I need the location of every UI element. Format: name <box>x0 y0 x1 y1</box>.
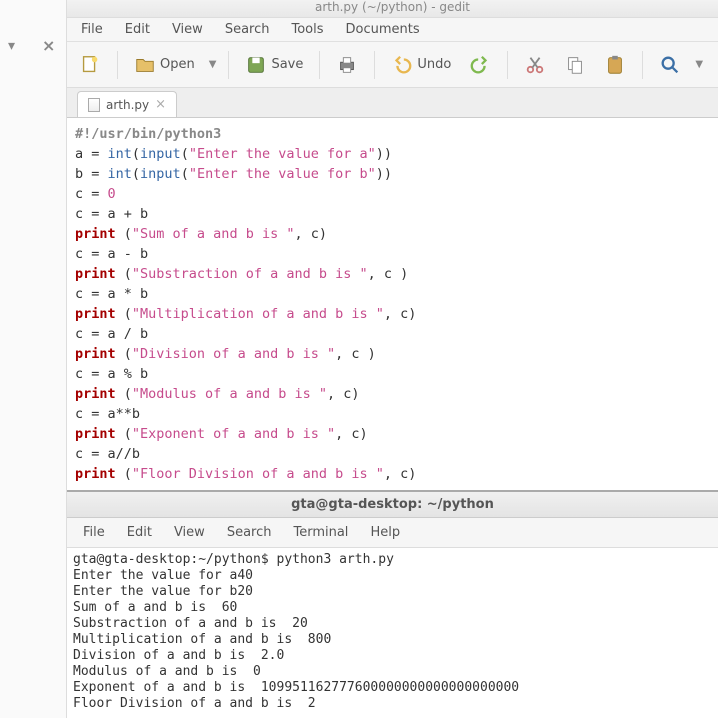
open-dropdown[interactable]: ▼ <box>207 59 219 70</box>
paste-button[interactable] <box>598 50 632 80</box>
save-button[interactable]: Save <box>239 50 309 80</box>
gedit-toolbar: Open ▼ Save Undo <box>67 42 718 88</box>
menu-search[interactable]: Search <box>215 19 280 40</box>
document-icon <box>88 98 100 112</box>
term-menu-search[interactable]: Search <box>217 522 282 543</box>
save-label: Save <box>271 57 303 72</box>
code-editor[interactable]: #!/usr/bin/python3 a = int(input("Enter … <box>67 118 718 490</box>
gedit-window: arth.py (~/python) - gedit File Edit Vie… <box>67 0 718 718</box>
term-menu-terminal[interactable]: Terminal <box>283 522 358 543</box>
cut-button[interactable] <box>518 50 552 80</box>
terminal-window: gta@gta-desktop: ~/python File Edit View… <box>67 490 718 718</box>
tab-label: arth.py <box>106 98 149 112</box>
gedit-menubar: File Edit View Search Tools Documents <box>67 18 718 42</box>
chevron-down-icon[interactable]: ▾ <box>8 38 15 54</box>
tab-close-icon[interactable]: × <box>155 97 166 112</box>
menu-edit[interactable]: Edit <box>115 19 160 40</box>
tab-arth[interactable]: arth.py × <box>77 91 177 117</box>
term-menu-view[interactable]: View <box>164 522 215 543</box>
menu-file[interactable]: File <box>71 19 113 40</box>
terminal-output[interactable]: gta@gta-desktop:~/python$ python3 arth.p… <box>67 548 718 716</box>
left-panel: ▾ × <box>0 0 67 718</box>
redo-button[interactable] <box>463 50 497 80</box>
menu-tools[interactable]: Tools <box>281 19 333 40</box>
term-menu-help[interactable]: Help <box>360 522 410 543</box>
search-dropdown[interactable]: ▼ <box>693 59 705 70</box>
search-button[interactable] <box>653 50 687 80</box>
open-label: Open <box>160 57 195 72</box>
open-button[interactable]: Open <box>128 50 201 80</box>
menu-view[interactable]: View <box>162 19 213 40</box>
terminal-menubar: File Edit View Search Terminal Help <box>67 518 718 548</box>
undo-label: Undo <box>417 57 451 72</box>
tab-bar: arth.py × <box>67 88 718 118</box>
window-title: arth.py (~/python) - gedit <box>67 0 718 18</box>
close-icon[interactable]: × <box>42 36 55 55</box>
copy-button[interactable] <box>558 50 592 80</box>
terminal-title: gta@gta-desktop: ~/python <box>67 492 718 518</box>
print-button[interactable] <box>330 50 364 80</box>
undo-button[interactable]: Undo <box>385 50 457 80</box>
menu-documents[interactable]: Documents <box>336 19 430 40</box>
new-doc-button[interactable] <box>73 50 107 80</box>
term-menu-edit[interactable]: Edit <box>117 522 162 543</box>
term-menu-file[interactable]: File <box>73 522 115 543</box>
